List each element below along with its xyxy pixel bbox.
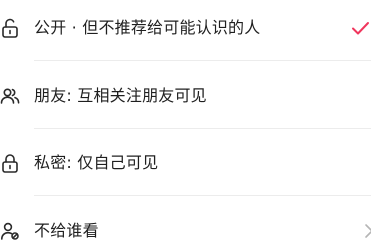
option-public-label: 公开 · 但不推荐给可能认识的人 <box>34 18 261 37</box>
divider <box>34 60 371 61</box>
option-private[interactable]: 私密: 仅自己可见 <box>0 148 371 178</box>
friends-icon <box>0 86 20 106</box>
visibility-option-list: 公开 · 但不推荐给可能认识的人 朋友: 互相关注朋友可见 私密: 仅自己可见 … <box>0 0 371 249</box>
option-public[interactable]: 公开 · 但不推荐给可能认识的人 <box>0 13 371 43</box>
divider <box>34 128 371 129</box>
check-icon <box>350 18 370 38</box>
lock-open-icon <box>0 18 20 38</box>
option-friends[interactable]: 朋友: 互相关注朋友可见 <box>0 81 371 111</box>
lock-icon <box>0 153 20 173</box>
divider <box>34 195 371 196</box>
person-block-icon <box>0 221 20 241</box>
chevron-right-icon <box>360 221 371 241</box>
option-private-label: 私密: 仅自己可见 <box>34 153 159 172</box>
option-hide-from-label: 不给谁看 <box>34 221 99 240</box>
option-hide-from[interactable]: 不给谁看 <box>0 216 371 246</box>
option-friends-label: 朋友: 互相关注朋友可见 <box>34 86 207 105</box>
